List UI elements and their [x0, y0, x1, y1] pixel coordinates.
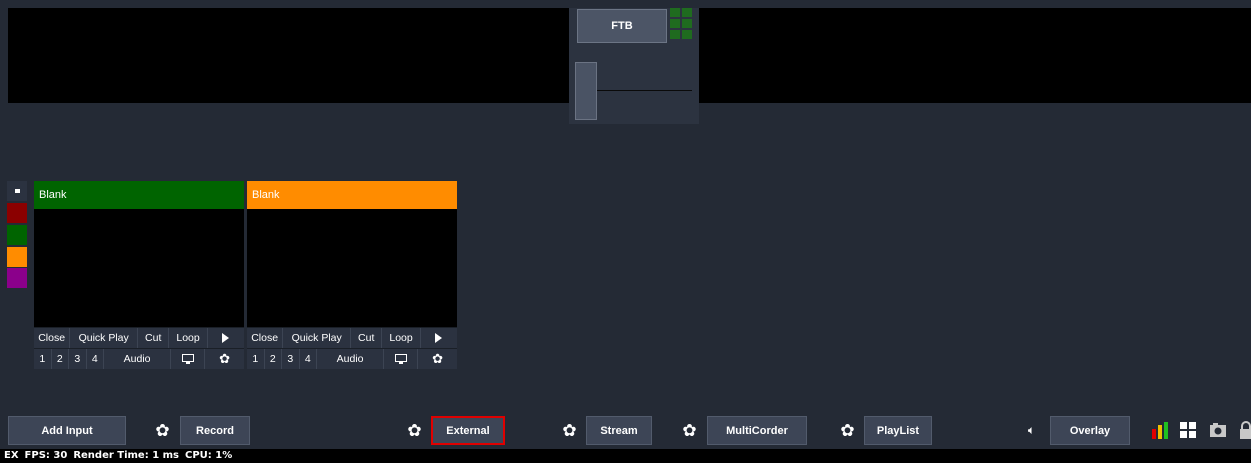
lock-icon[interactable]: [1238, 420, 1251, 440]
multicorder-settings-gear-icon[interactable]: ✿: [676, 416, 703, 445]
input-title[interactable]: Blank: [34, 181, 244, 209]
audio-button[interactable]: Audio: [104, 349, 172, 369]
input-control-row: Close Quick Play Cut Loop: [34, 327, 244, 348]
tbar-handle[interactable]: [575, 62, 597, 120]
preview-monitor[interactable]: [8, 8, 569, 103]
record-settings-gear-icon[interactable]: ✿: [149, 416, 176, 445]
play-icon[interactable]: [208, 328, 244, 348]
vmix-main-window: FTB Blank Close Quick Play Cut Loop 1 2 …: [0, 0, 1251, 449]
render-time-readout: Render Time: 1 ms: [73, 450, 180, 461]
color-red-button[interactable]: [7, 203, 27, 223]
quick-play-button[interactable]: Quick Play: [70, 328, 139, 348]
status-bar: EX FPS: 30 Render Time: 1 ms CPU: 1%: [0, 449, 1251, 463]
overlay-button[interactable]: Overlay: [1050, 416, 1130, 445]
playlist-button[interactable]: PlayList: [864, 416, 932, 445]
overlay-2-button[interactable]: 2: [265, 349, 283, 369]
close-button[interactable]: Close: [34, 328, 71, 348]
overlay-3-button[interactable]: 3: [282, 349, 300, 369]
close-button[interactable]: Close: [247, 328, 284, 348]
tbar-track: [597, 90, 692, 91]
color-purple-button[interactable]: [7, 268, 27, 288]
cpu-readout: CPU: 1%: [185, 450, 233, 461]
cut-button[interactable]: Cut: [351, 328, 383, 348]
loop-button[interactable]: Loop: [169, 328, 208, 348]
overlay-4-button[interactable]: 4: [87, 349, 105, 369]
gear-icon[interactable]: ✿: [418, 349, 457, 369]
external-button[interactable]: External: [431, 416, 505, 445]
input-control-row: Close Quick Play Cut Loop: [247, 327, 457, 348]
monitor-icon[interactable]: [171, 349, 206, 369]
input-tile-1[interactable]: Blank Close Quick Play Cut Loop 1 2 3 4 …: [34, 181, 244, 369]
multiview-grid-icon[interactable]: [1178, 420, 1198, 440]
quick-play-button[interactable]: Quick Play: [283, 328, 352, 348]
gear-icon[interactable]: ✿: [205, 349, 244, 369]
overlay-2-button[interactable]: 2: [52, 349, 70, 369]
fps-readout: FPS: 30: [24, 450, 68, 461]
minimize-icon: [14, 189, 20, 193]
color-green-button[interactable]: [7, 225, 27, 245]
color-orange-button[interactable]: [7, 247, 27, 267]
ex-label: EX: [4, 450, 19, 461]
external-settings-gear-icon[interactable]: ✿: [401, 416, 428, 445]
loop-button[interactable]: Loop: [382, 328, 421, 348]
camera-icon[interactable]: [1208, 420, 1228, 440]
speaker-icon[interactable]: 🔈︎: [1018, 416, 1045, 445]
overlay-1-button[interactable]: 1: [247, 349, 265, 369]
ftb-button[interactable]: FTB: [577, 9, 667, 43]
palette-collapse-button[interactable]: [7, 181, 27, 201]
input-title[interactable]: Blank: [247, 181, 457, 209]
record-button[interactable]: Record: [180, 416, 250, 445]
stream-button[interactable]: Stream: [586, 416, 652, 445]
monitor-icon[interactable]: [384, 349, 419, 369]
audio-button[interactable]: Audio: [317, 349, 385, 369]
playlist-settings-gear-icon[interactable]: ✿: [834, 416, 861, 445]
stream-settings-gear-icon[interactable]: ✿: [556, 416, 583, 445]
cut-button[interactable]: Cut: [138, 328, 170, 348]
overlay-4-button[interactable]: 4: [300, 349, 318, 369]
multicorder-button[interactable]: MultiCorder: [707, 416, 807, 445]
ftb-indicator-grid: [670, 8, 692, 40]
input-overlay-row: 1 2 3 4 Audio ✿: [34, 348, 244, 369]
input-overlay-row: 1 2 3 4 Audio ✿: [247, 348, 457, 369]
overlay-3-button[interactable]: 3: [69, 349, 87, 369]
input-preview[interactable]: [247, 209, 457, 327]
input-preview[interactable]: [34, 209, 244, 327]
overlay-1-button[interactable]: 1: [34, 349, 52, 369]
add-input-button[interactable]: Add Input: [8, 416, 126, 445]
output-monitor[interactable]: [699, 8, 1251, 103]
input-tile-2[interactable]: Blank Close Quick Play Cut Loop 1 2 3 4 …: [247, 181, 457, 369]
audio-mixer-icon[interactable]: [1150, 420, 1170, 440]
play-icon[interactable]: [421, 328, 457, 348]
